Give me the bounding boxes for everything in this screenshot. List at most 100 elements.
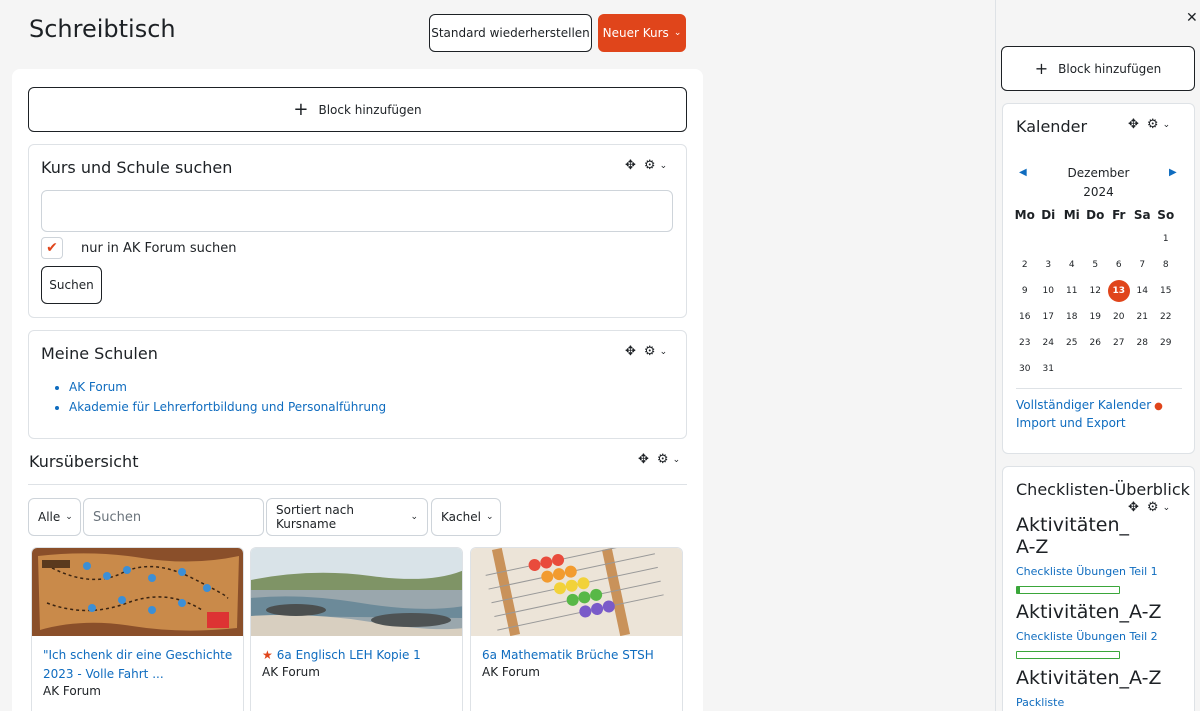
move-icon[interactable]: ✥ <box>625 344 636 359</box>
calendar-day[interactable]: 30 <box>1013 364 1037 374</box>
chevron-down-icon[interactable]: ⌄ <box>660 347 668 357</box>
calendar-weekday: Do <box>1086 208 1105 222</box>
calendar-day[interactable]: 12 <box>1084 286 1108 296</box>
calendar-day[interactable]: 19 <box>1084 312 1108 322</box>
calendar-day[interactable]: 3 <box>1037 260 1061 270</box>
course-name-link[interactable]: ★ 6a Englisch LEH Kopie 1 <box>262 646 457 665</box>
next-month-icon[interactable]: ▶ <box>1169 167 1177 178</box>
star-icon: ★ <box>262 648 273 662</box>
divider <box>1016 388 1182 389</box>
plus-icon: + <box>1034 59 1049 78</box>
checklist-link[interactable]: Checkliste Übungen Teil 2 <box>1016 630 1158 643</box>
move-icon[interactable]: ✥ <box>1128 117 1139 132</box>
sort-label: Sortiert nach Kursname <box>276 503 354 531</box>
import-export-link[interactable]: Import und Export <box>1016 416 1126 430</box>
calendar-week-row: 1 <box>1013 226 1191 252</box>
calendar-day[interactable]: 25 <box>1060 338 1084 348</box>
calendar-day[interactable]: 28 <box>1131 338 1155 348</box>
course-image[interactable] <box>251 548 463 636</box>
search-scope-checkbox[interactable]: ✔ <box>41 237 63 259</box>
gear-icon[interactable]: ⚙ <box>1147 117 1159 132</box>
gear-icon[interactable]: ⚙ <box>644 158 656 173</box>
calendar-day[interactable]: 26 <box>1084 338 1108 348</box>
calendar-weekday: Di <box>1041 208 1056 222</box>
block-controls: ✥ ⚙ ⌄ <box>1128 500 1170 515</box>
calendar-day[interactable]: 21 <box>1131 312 1155 322</box>
calendar-year: 2024 <box>1083 185 1114 199</box>
schools-block-title: Meine Schulen <box>41 344 158 363</box>
sort-dropdown[interactable]: Sortiert nach Kursname ⌄ <box>266 498 428 536</box>
course-category: AK Forum <box>43 684 101 698</box>
page-title: Schreibtisch <box>29 15 176 43</box>
grouping-dropdown[interactable]: Alle ⌄ <box>28 498 81 536</box>
calendar-day[interactable]: 16 <box>1013 312 1037 322</box>
move-icon[interactable]: ✥ <box>1128 500 1139 515</box>
calendar-week-row: 9 10 11 12 13 14 15 <box>1013 278 1191 304</box>
calendar-day[interactable]: 10 <box>1037 286 1061 296</box>
course-filter-search-input[interactable]: Suchen <box>83 498 264 536</box>
course-card[interactable]: "Ich schenk dir eine Geschichte 2023 - V… <box>31 547 244 711</box>
chevron-down-icon[interactable]: ⌄ <box>1163 503 1171 513</box>
new-course-button[interactable]: Neuer Kurs ⌄ <box>598 14 686 52</box>
calendar-day[interactable]: 2 <box>1013 260 1037 270</box>
move-icon[interactable]: ✥ <box>638 452 649 467</box>
course-card[interactable]: ★ 6a Englisch LEH Kopie 1 AK Forum <box>250 547 463 711</box>
checklist-progress-bar <box>1016 651 1120 659</box>
schools-block: Meine Schulen ✥ ⚙ ⌄ AK Forum Akademie fü… <box>28 330 687 439</box>
calendar-day[interactable]: 18 <box>1060 312 1084 322</box>
block-drawer: ✕ + Block hinzufügen Kalender ✥ ⚙ ⌄ ◀ De… <box>995 0 1200 711</box>
add-block-button[interactable]: + Block hinzufügen <box>28 87 687 132</box>
calendar-month: Dezember <box>1067 166 1130 180</box>
gear-icon[interactable]: ⚙ <box>1147 500 1159 515</box>
chevron-down-icon: ⌄ <box>65 512 73 522</box>
calendar-day[interactable]: 8 <box>1154 260 1178 270</box>
calendar-day[interactable]: 23 <box>1013 338 1037 348</box>
chevron-down-icon: ⌄ <box>410 512 418 522</box>
calendar-day[interactable]: 20 <box>1107 312 1131 322</box>
calendar-day[interactable]: 5 <box>1084 260 1108 270</box>
view-dropdown[interactable]: Kachel ⌄ <box>431 498 501 536</box>
course-name-link[interactable]: 6a Mathematik Brüche STSH <box>482 646 677 665</box>
calendar-today[interactable]: 13 <box>1107 280 1130 302</box>
course-image[interactable] <box>471 548 683 636</box>
calendar-day[interactable]: 22 <box>1154 312 1178 322</box>
full-calendar-link[interactable]: Vollständiger Kalender ● <box>1016 398 1163 412</box>
course-search-input[interactable] <box>41 190 673 232</box>
course-name-link[interactable]: "Ich schenk dir eine Geschichte 2023 - V… <box>43 646 238 684</box>
chevron-down-icon[interactable]: ⌄ <box>660 161 668 171</box>
calendar-day[interactable]: 14 <box>1131 286 1155 296</box>
calendar-grid: Mo Di Mi Do Fr Sa So 1 2 3 4 5 6 7 8 9 10 11 12 13 14 15 16 17 1… <box>1013 204 1191 382</box>
reset-dashboard-button[interactable]: Standard wiederherstellen <box>429 14 592 52</box>
calendar-day[interactable]: 9 <box>1013 286 1037 296</box>
chevron-down-icon[interactable]: ⌄ <box>1163 120 1171 130</box>
checklist-link[interactable]: Packliste <box>1016 696 1064 709</box>
calendar-day[interactable]: 13 <box>1107 280 1131 302</box>
course-card[interactable]: 6a Mathematik Brüche STSH AK Forum <box>470 547 683 711</box>
calendar-weekday: So <box>1157 208 1175 222</box>
school-link[interactable]: AK Forum <box>69 377 386 397</box>
calendar-day[interactable]: 15 <box>1154 286 1178 296</box>
chevron-down-icon[interactable]: ⌄ <box>673 455 681 465</box>
course-category: AK Forum <box>482 665 540 679</box>
calendar-day[interactable]: 1 <box>1154 234 1178 244</box>
calendar-day[interactable]: 4 <box>1060 260 1084 270</box>
calendar-day[interactable]: 6 <box>1107 260 1131 270</box>
gear-icon[interactable]: ⚙ <box>644 344 656 359</box>
gear-icon[interactable]: ⚙ <box>657 452 669 467</box>
calendar-day[interactable]: 27 <box>1107 338 1131 348</box>
add-block-button[interactable]: + Block hinzufügen <box>1001 46 1195 91</box>
calendar-day[interactable]: 11 <box>1060 286 1084 296</box>
calendar-day[interactable]: 24 <box>1037 338 1061 348</box>
search-button[interactable]: Suchen <box>41 266 102 304</box>
close-icon[interactable]: ✕ <box>1186 10 1198 26</box>
calendar-day[interactable]: 31 <box>1037 364 1061 374</box>
course-image[interactable] <box>32 548 244 636</box>
calendar-day[interactable]: 17 <box>1037 312 1061 322</box>
chevron-down-icon: ⌄ <box>485 512 494 522</box>
school-link[interactable]: Akademie für Lehrerfortbildung und Perso… <box>69 397 386 417</box>
calendar-day[interactable]: 7 <box>1131 260 1155 270</box>
calendar-day[interactable]: 29 <box>1154 338 1178 348</box>
new-course-label: Neuer Kurs <box>602 26 669 40</box>
checklist-link[interactable]: Checkliste Übungen Teil 1 <box>1016 565 1158 578</box>
move-icon[interactable]: ✥ <box>625 158 636 173</box>
